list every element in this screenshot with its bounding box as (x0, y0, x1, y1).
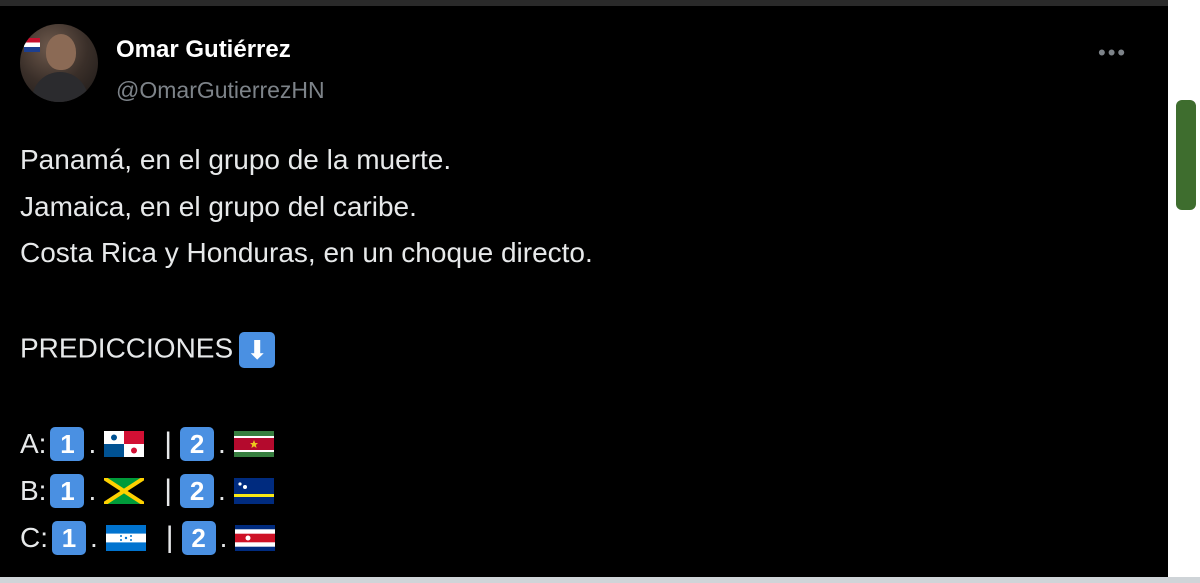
prediction-row-c: C: 1. | 2. (20, 518, 289, 558)
down-arrow-button-icon: ⬇ (239, 332, 276, 368)
prediction-row-b: B: 1. | 2. (20, 471, 288, 511)
panama-flag-icon (104, 431, 145, 457)
keycap-1-icon: 1 (50, 427, 85, 461)
dot: . (88, 428, 97, 459)
prediction-row-a: A: 1. | 2. (20, 424, 288, 464)
tweet-line-1: Panamá, en el grupo de la muerte. (20, 144, 452, 175)
screenshot-frame-right (1168, 0, 1200, 583)
dot: . (218, 475, 226, 506)
dot: . (90, 522, 98, 553)
keycap-1-icon: 1 (50, 474, 85, 508)
group-label: C: (20, 522, 48, 553)
separator: | (164, 427, 173, 460)
predictions-heading: PREDICCIONES ⬇ (20, 332, 276, 368)
jamaica-flag-icon (104, 478, 145, 504)
dot: . (88, 475, 97, 506)
keycap-1-icon: 1 (52, 521, 86, 555)
ellipsis-icon[interactable]: ••• (1098, 40, 1127, 66)
author-name[interactable]: Omar Gutiérrez (116, 36, 291, 64)
costa-rica-flag-icon (235, 525, 276, 551)
dot: . (219, 522, 228, 553)
separator: | (164, 474, 173, 507)
keycap-2-icon: 2 (181, 521, 216, 555)
suriname-flag-icon (233, 431, 274, 457)
keycap-2-icon: 2 (180, 474, 215, 508)
predictions-heading-text: PREDICCIONES (20, 332, 234, 364)
dot: . (218, 428, 226, 459)
curacao-flag-icon (233, 478, 274, 504)
group-label: A: (20, 428, 47, 459)
author-handle[interactable]: @OmarGutierrezHN (116, 77, 325, 104)
keycap-2-icon: 2 (180, 427, 215, 461)
separator: | (165, 521, 174, 554)
tweet-line-2: Jamaica, en el grupo del caribe. (20, 191, 417, 222)
tweet-line-3: Costa Rica y Honduras, en un choque dire… (20, 237, 593, 268)
group-label: B: (20, 475, 47, 506)
avatar-flag-icon (24, 38, 40, 52)
background-fragment (1176, 100, 1196, 210)
avatar[interactable] (20, 24, 98, 102)
honduras-flag-icon (105, 525, 146, 551)
tweet-card: Omar Gutiérrez @OmarGutierrezHN ••• Pana… (0, 6, 1168, 577)
screenshot-frame-bottom (0, 577, 1200, 583)
avatar-head (46, 34, 76, 70)
avatar-body (32, 72, 88, 102)
